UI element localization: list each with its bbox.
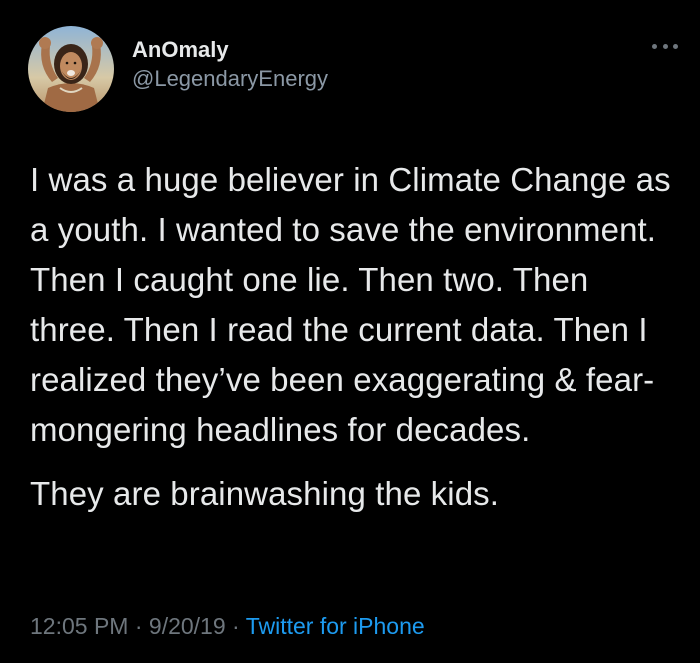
- tweet-text: I was a huge believer in Climate Change …: [30, 155, 680, 519]
- tweet-date[interactable]: 9/20/19: [149, 613, 226, 639]
- more-horizontal-icon-dot: [673, 43, 678, 49]
- tweet-header: AnOmaly @LegendaryEnergy: [28, 26, 328, 112]
- tweet-paragraph: They are brainwashing the kids.: [30, 475, 500, 512]
- tweet-meta: 12:05 PM · 9/20/19 · Twitter for iPhone: [30, 613, 425, 640]
- author-display-name[interactable]: AnOmaly: [132, 36, 328, 64]
- tweet-time[interactable]: 12:05 PM: [30, 613, 128, 639]
- meta-separator: ·: [232, 613, 240, 639]
- meta-separator: ·: [134, 613, 143, 639]
- avatar[interactable]: [28, 26, 114, 112]
- tweet-source-link[interactable]: Twitter for iPhone: [246, 613, 425, 639]
- author-names: AnOmaly @LegendaryEnergy: [132, 36, 328, 94]
- author-handle[interactable]: @LegendaryEnergy: [132, 64, 328, 94]
- avatar-image: [28, 26, 114, 112]
- more-options-button[interactable]: [652, 40, 678, 52]
- tweet-card: AnOmaly @LegendaryEnergy I was a huge be…: [0, 0, 700, 663]
- more-horizontal-icon-dot: [662, 43, 668, 49]
- tweet-paragraph: I was a huge believer in Climate Change …: [30, 161, 671, 448]
- more-horizontal-icon: [652, 43, 657, 49]
